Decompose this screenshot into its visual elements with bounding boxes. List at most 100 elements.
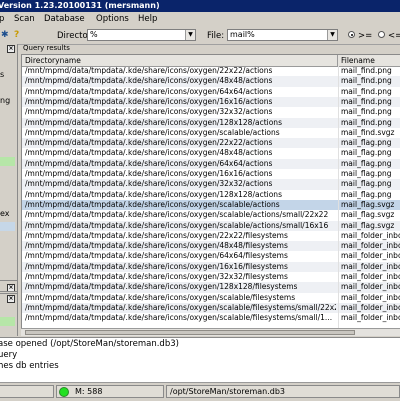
directory-cell: /mnt/mpmd/data/tmpdata/.kde/share/icons/… <box>25 158 273 168</box>
filename-cell: mail_folder_inbox <box>341 313 400 323</box>
table-row[interactable]: /mnt/mpmd/data/tmpdata/.kde/share/icons/… <box>22 96 400 108</box>
menu-item-app[interactable]: p <box>0 13 4 25</box>
table-row[interactable]: /mnt/mpmd/data/tmpdata/.kde/share/icons/… <box>22 148 400 158</box>
directory-cell: /mnt/mpmd/data/tmpdata/.kde/share/icons/… <box>25 230 288 240</box>
radio-greater-equal[interactable] <box>348 31 355 38</box>
table-row[interactable]: /mnt/mpmd/data/tmpdata/.kde/share/icons/… <box>22 87 400 97</box>
log-panel: ase opened (/opt/StoreMan/storeman.db3) … <box>0 337 400 382</box>
chevron-down-icon[interactable]: ▼ <box>185 30 195 40</box>
table-row[interactable]: /mnt/mpmd/data/tmpdata/.kde/share/icons/… <box>22 169 400 179</box>
directory-cell: /mnt/mpmd/data/tmpdata/.kde/share/icons/… <box>25 148 273 158</box>
table-row[interactable]: /mnt/mpmd/data/tmpdata/.kde/share/icons/… <box>22 138 400 149</box>
menu-item-help[interactable]: Help <box>138 13 157 25</box>
table-row[interactable]: /mnt/mpmd/data/tmpdata/.kde/share/icons/… <box>22 220 400 231</box>
filename-cell: mail_flag.png <box>341 148 392 158</box>
column-header-filename[interactable]: Filename <box>338 55 400 66</box>
table-row[interactable]: /mnt/mpmd/data/tmpdata/.kde/share/icons/… <box>22 272 400 282</box>
file-value: mail% <box>230 30 255 39</box>
radio-greater-equal-label: >= <box>358 31 373 41</box>
table-row[interactable]: /mnt/mpmd/data/tmpdata/.kde/share/icons/… <box>22 313 400 323</box>
directory-cell: /mnt/mpmd/data/tmpdata/.kde/share/icons/… <box>25 66 273 75</box>
status-segment <box>56 385 164 398</box>
table-row[interactable]: /mnt/mpmd/data/tmpdata/.kde/share/icons/… <box>22 261 400 272</box>
filename-cell: mail_folder_inbox <box>341 282 400 292</box>
filename-cell: mail_flag.svgz <box>341 210 395 220</box>
search-icon[interactable]: ✱ <box>1 30 9 40</box>
directory-cell: /mnt/mpmd/data/tmpdata/.kde/share/icons/… <box>25 117 282 127</box>
left-panel-label: s <box>0 70 5 79</box>
status-indicator-icon <box>59 387 69 397</box>
filename-cell: mail_folder_inbox <box>341 261 400 271</box>
filename-cell: mail_find.png <box>341 107 392 117</box>
directory-input[interactable]: % ▼ <box>87 29 196 41</box>
table-row[interactable]: /mnt/mpmd/data/tmpdata/.kde/share/icons/… <box>22 293 400 303</box>
table-row[interactable]: /mnt/mpmd/data/tmpdata/.kde/share/icons/… <box>22 66 400 76</box>
radio-less-equal[interactable] <box>378 31 385 38</box>
table-row[interactable]: /mnt/mpmd/data/tmpdata/.kde/share/icons/… <box>22 199 400 211</box>
directory-value: % <box>90 30 98 39</box>
directory-cell: /mnt/mpmd/data/tmpdata/.kde/share/icons/… <box>25 261 288 271</box>
table-row[interactable]: /mnt/mpmd/data/tmpdata/.kde/share/icons/… <box>22 190 400 200</box>
filename-cell: mail_find.png <box>341 96 392 106</box>
table-row[interactable]: /mnt/mpmd/data/tmpdata/.kde/share/icons/… <box>22 210 400 220</box>
table-row[interactable]: /mnt/mpmd/data/tmpdata/.kde/share/icons/… <box>22 107 400 117</box>
directory-cell: /mnt/mpmd/data/tmpdata/.kde/share/icons/… <box>25 282 298 292</box>
table-row[interactable]: /mnt/mpmd/data/tmpdata/.kde/share/icons/… <box>22 76 400 87</box>
table-row[interactable]: /mnt/mpmd/data/tmpdata/.kde/share/icons/… <box>22 179 400 190</box>
directory-cell: /mnt/mpmd/data/tmpdata/.kde/share/icons/… <box>25 313 333 323</box>
table-row[interactable]: /mnt/mpmd/data/tmpdata/.kde/share/icons/… <box>22 128 400 138</box>
help-icon[interactable]: ? <box>14 30 19 40</box>
table-row[interactable]: /mnt/mpmd/data/tmpdata/.kde/share/icons/… <box>22 302 400 314</box>
left-panel-label: ex <box>0 209 10 218</box>
filename-cell: mail_flag.svgz <box>341 199 395 209</box>
left-panel-highlight[interactable] <box>0 317 15 326</box>
directory-cell: /mnt/mpmd/data/tmpdata/.kde/share/icons/… <box>25 292 296 302</box>
directory-cell: /mnt/mpmd/data/tmpdata/.kde/share/icons/… <box>25 272 288 281</box>
filename-cell: mail_folder_inbox <box>341 241 400 251</box>
status-segment <box>0 385 54 398</box>
horizontal-scrollbar[interactable] <box>21 328 400 336</box>
menu-item-database[interactable]: Database <box>44 13 85 25</box>
filename-cell: mail_find.png <box>341 86 392 96</box>
table-row[interactable]: /mnt/mpmd/data/tmpdata/.kde/share/icons/… <box>22 251 400 261</box>
filename-cell: mail_flag.png <box>341 169 392 178</box>
table-row[interactable]: /mnt/mpmd/data/tmpdata/.kde/share/icons/… <box>22 158 400 169</box>
file-input[interactable]: mail% ▼ <box>227 29 338 41</box>
menu-item-options[interactable]: Options <box>96 13 129 25</box>
window-title: Version 1.23.20100131 (mersmann) <box>0 1 160 10</box>
table-row[interactable]: /mnt/mpmd/data/tmpdata/.kde/share/icons/… <box>22 282 400 293</box>
left-panel-selection[interactable] <box>0 222 15 231</box>
filename-cell: mail_flag.png <box>341 138 392 148</box>
status-bar: M: 588 /opt/StoreMan/storeman.db3 <box>0 382 400 401</box>
close-icon[interactable]: × <box>7 295 15 303</box>
filename-cell: mail_flag.png <box>341 189 392 199</box>
query-results-title: Query results <box>23 44 70 52</box>
filename-cell: mail_flag.png <box>341 179 392 189</box>
directory-cell: /mnt/mpmd/data/tmpdata/.kde/share/icons/… <box>25 220 329 230</box>
query-results-table: Directoryname Filename /mnt/mpmd/data/tm… <box>21 54 400 329</box>
log-line: hes db entries <box>0 361 59 371</box>
filename-cell: mail_folder_inbox <box>341 272 400 281</box>
filename-cell: mail_folder_inbox <box>341 251 400 261</box>
directory-cell: /mnt/mpmd/data/tmpdata/.kde/share/icons/… <box>25 127 280 137</box>
table-row[interactable]: /mnt/mpmd/data/tmpdata/.kde/share/icons/… <box>22 241 400 252</box>
filename-cell: mail_folder_inbox <box>341 230 400 240</box>
scrollbar-thumb[interactable] <box>25 330 355 335</box>
directory-cell: /mnt/mpmd/data/tmpdata/.kde/share/icons/… <box>25 169 273 178</box>
panel-divider <box>0 291 17 292</box>
close-icon[interactable]: × <box>7 45 15 53</box>
table-row[interactable]: /mnt/mpmd/data/tmpdata/.kde/share/icons/… <box>22 231 400 241</box>
table-row[interactable]: /mnt/mpmd/data/tmpdata/.kde/share/icons/… <box>22 117 400 128</box>
directory-cell: /mnt/mpmd/data/tmpdata/.kde/share/icons/… <box>25 107 273 117</box>
directory-cell: /mnt/mpmd/data/tmpdata/.kde/share/icons/… <box>25 251 288 261</box>
panel-divider <box>0 293 17 294</box>
column-header-directoryname[interactable]: Directoryname <box>22 55 338 66</box>
file-label: File: <box>207 31 225 41</box>
directory-cell: /mnt/mpmd/data/tmpdata/.kde/share/icons/… <box>25 189 282 199</box>
database-path-status: /opt/StoreMan/storeman.db3 <box>170 387 286 396</box>
menu-item-scan[interactable]: Scan <box>14 13 35 25</box>
title-bar: Version 1.23.20100131 (mersmann) <box>0 0 400 12</box>
directory-cell: /mnt/mpmd/data/tmpdata/.kde/share/icons/… <box>25 210 329 220</box>
left-panel-highlight[interactable] <box>0 157 15 166</box>
chevron-down-icon[interactable]: ▼ <box>327 30 337 40</box>
